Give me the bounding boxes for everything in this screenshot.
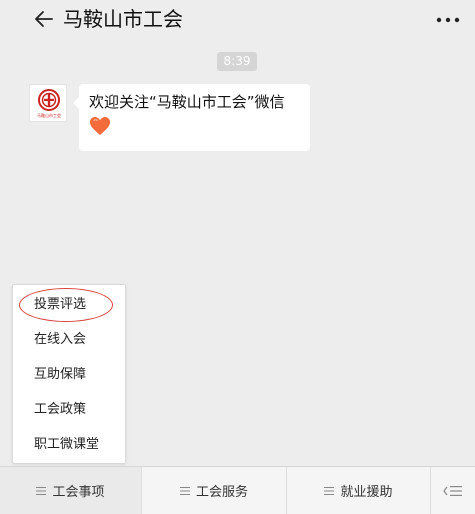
menu-lines-icon (324, 486, 335, 495)
bottom-tab-union-services[interactable]: 工会服务 (142, 467, 287, 514)
bottom-tab-employment-aid[interactable]: 就业援助 (287, 467, 431, 514)
heart-emoji-icon (90, 117, 110, 135)
message-bubble: 欢迎关注“马鞍山市工会”微信 (73, 84, 310, 151)
bottom-tab-label: 工会服务 (195, 485, 248, 500)
bottom-menu-bar: 工会事项 工会服务 就业援助 (0, 466, 475, 514)
avatar[interactable]: 马鞍山市工会 (29, 84, 67, 122)
more-dots-icon[interactable] (434, 13, 462, 27)
bottom-tab-union-affairs[interactable]: 工会事项 (0, 467, 142, 514)
keyboard-switch-icon (443, 485, 462, 496)
bottom-tab-label: 工会事项 (52, 485, 105, 500)
back-arrow-icon[interactable] (33, 8, 55, 30)
submenu-item-mutual-aid[interactable]: 互助保障 (13, 357, 125, 392)
submenu-item-join-online[interactable]: 在线入会 (13, 322, 125, 357)
bottom-tab-label: 就业援助 (340, 485, 393, 500)
keyboard-switch-button[interactable] (431, 467, 475, 514)
menu-lines-icon (179, 486, 190, 495)
page-title: 马鞍山市工会 (63, 7, 183, 31)
menu-lines-icon (36, 486, 47, 495)
message-text: 欢迎关注“马鞍山市工会”微信 (89, 93, 285, 111)
union-logo-icon (38, 89, 60, 111)
submenu-popup: 投票评选 在线入会 互助保障 工会政策 职工微课堂 (12, 284, 126, 464)
submenu-item-micro-class[interactable]: 职工微课堂 (13, 427, 125, 462)
avatar-caption: 马鞍山市工会 (37, 113, 61, 118)
message-timestamp: 8:39 (217, 52, 257, 71)
chat-header: 马鞍山市工会 (0, 0, 475, 42)
submenu-item-union-policy[interactable]: 工会政策 (13, 392, 125, 427)
submenu-item-vote[interactable]: 投票评选 (13, 287, 125, 322)
